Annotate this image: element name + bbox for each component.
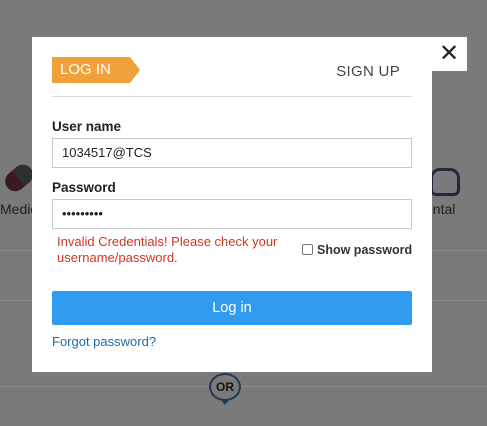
username-label: User name [52,119,122,134]
login-button[interactable]: Log in [52,291,412,325]
divider [0,386,487,387]
tab-signup[interactable]: SIGN UP [336,63,400,80]
or-badge-pointer [220,399,230,405]
password-label: Password [52,180,116,195]
show-password-checkbox[interactable] [302,244,313,255]
or-badge: OR [209,373,241,401]
show-password-label: Show password [317,243,413,257]
login-modal: LOG IN SIGN UP User name 1034517@TCS Pas… [32,37,432,372]
forgot-password-link[interactable]: Forgot password? [52,334,156,349]
show-password-toggle[interactable]: Show password [302,243,412,257]
error-message: Invalid Credentials! Please check your u… [57,234,278,265]
close-icon[interactable]: ✕ [431,37,467,71]
password-field[interactable]: ••••••••• [52,199,412,229]
auth-tabs: LOG IN SIGN UP [52,57,412,97]
username-field[interactable]: 1034517@TCS [52,138,412,168]
tab-login[interactable]: LOG IN [52,57,140,83]
dental-icon [430,168,460,196]
